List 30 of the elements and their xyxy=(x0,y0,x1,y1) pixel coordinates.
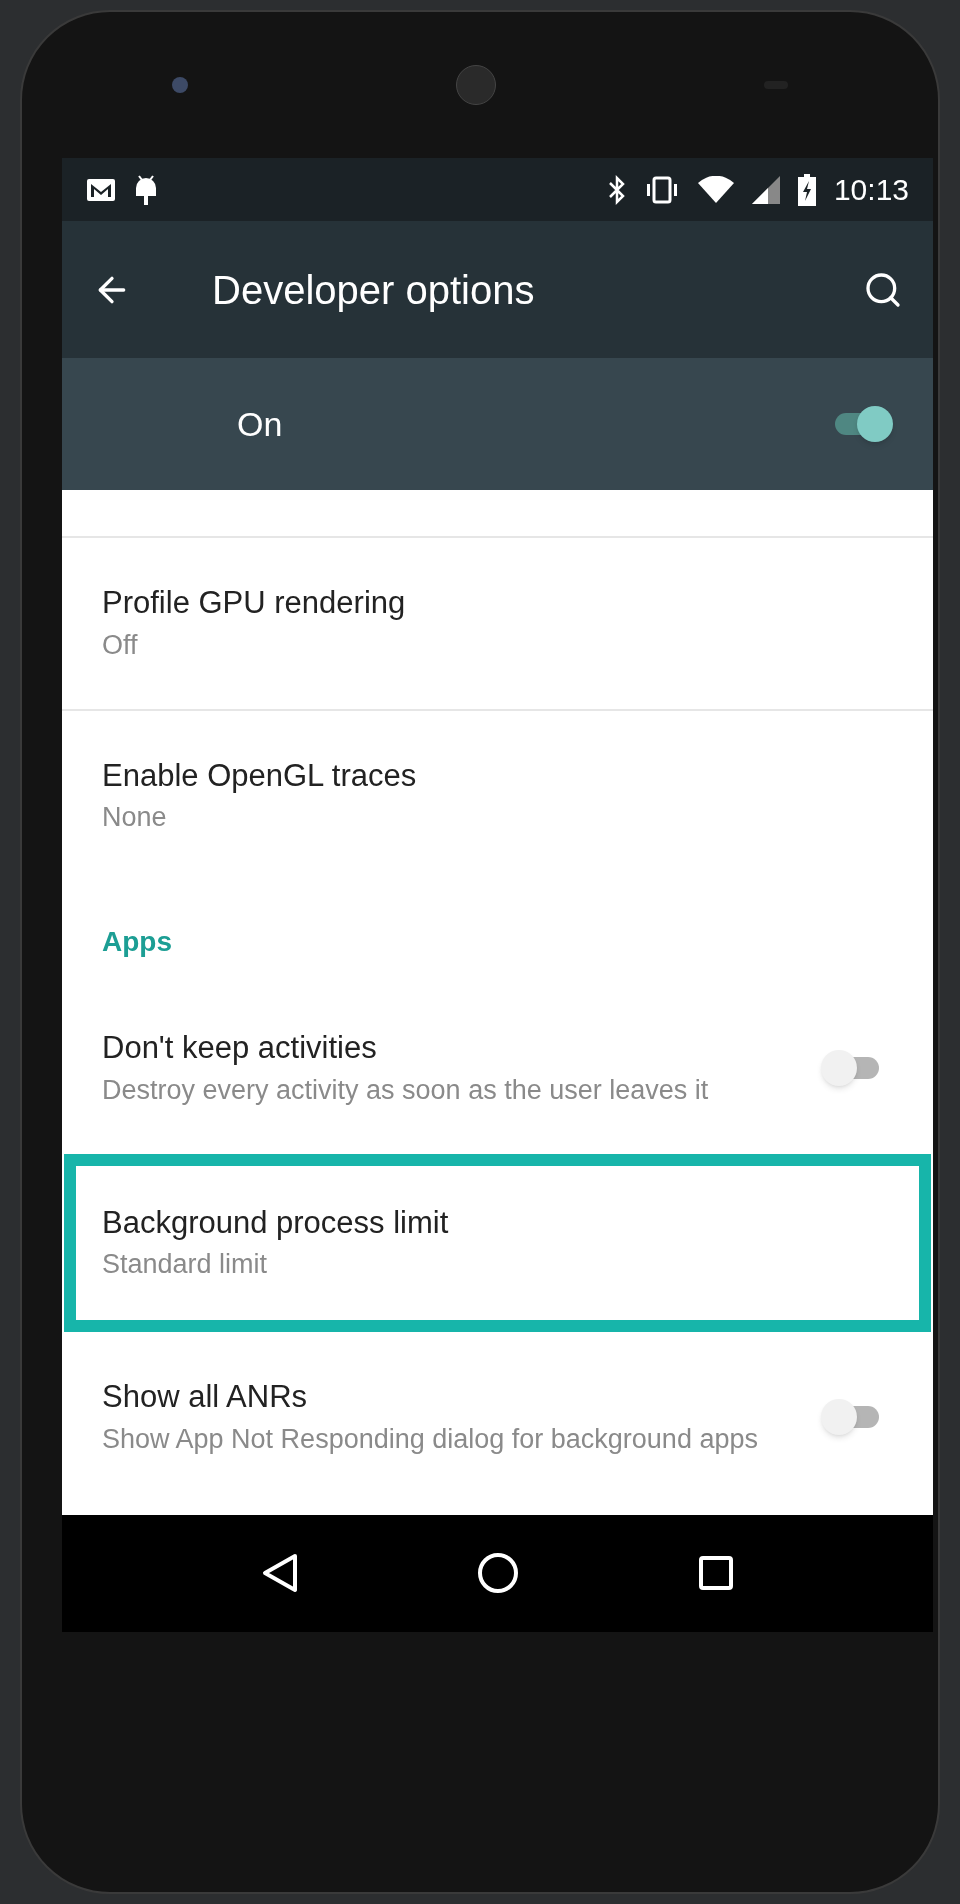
setting-title: Profile GPU rendering xyxy=(102,584,407,622)
home-circle-icon[interactable] xyxy=(476,1552,519,1594)
back-triangle-icon[interactable] xyxy=(261,1553,298,1593)
setting-summary: Show App Not Responding dialog for background apps xyxy=(102,1422,759,1456)
toolbar-title: Developer options xyxy=(212,266,536,314)
wifi-icon xyxy=(697,175,734,204)
setting-row[interactable]: Enable OpenGL traces None xyxy=(62,710,933,881)
clock-time: 10:13 xyxy=(833,172,909,208)
setting-title: Background process limit xyxy=(102,1203,450,1242)
setting-title: Show all ANRs xyxy=(102,1378,309,1416)
setting-row[interactable]: Profile GPU rendering Off xyxy=(62,538,933,711)
speaker-grille-icon xyxy=(456,65,496,105)
setting-title: Don't keep activities xyxy=(102,1029,378,1067)
signal-icon xyxy=(751,175,780,204)
setting-row[interactable]: Don't keep activities Destroy every activity as soon as the user leaves it xyxy=(62,983,933,1154)
setting-summary: Destroy every activity as soon as the user leaves it xyxy=(102,1073,710,1107)
overview-square-icon[interactable] xyxy=(697,1555,734,1591)
camera-icon xyxy=(172,77,188,93)
bluetooth-icon xyxy=(607,174,626,205)
setting-title: Enable OpenGL traces xyxy=(102,756,418,795)
highlight-frame[interactable]: Background process limit Standard limit xyxy=(64,1153,931,1332)
setting-row[interactable]: Show all ANRs Show App Not Responding dialog for background apps xyxy=(62,1332,933,1503)
setting-summary: None xyxy=(102,801,168,835)
mail-icon xyxy=(86,177,116,202)
android-icon xyxy=(134,173,158,206)
battery-charging-icon xyxy=(797,173,816,206)
setting-summary: Off xyxy=(102,628,139,662)
master-switch-label: On xyxy=(237,403,284,445)
setting-summary: Standard limit xyxy=(102,1248,269,1282)
section-header: Apps xyxy=(102,926,172,957)
